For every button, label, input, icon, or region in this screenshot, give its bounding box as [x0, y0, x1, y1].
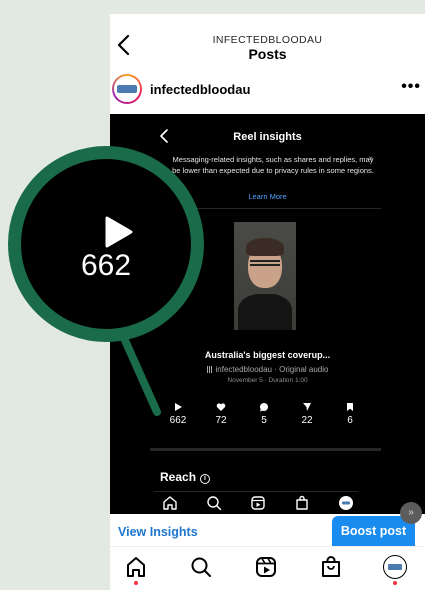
view-insights-link[interactable]: View Insights: [118, 525, 198, 539]
avatar-logo: [117, 85, 137, 93]
info-icon[interactable]: i: [200, 474, 211, 484]
reel-audio: infectedbloodau · Original audio: [110, 365, 425, 374]
shopping-bag-icon: [322, 556, 340, 577]
account-subtitle: INFECTEDBLOODAU: [212, 34, 323, 46]
stat-likes: 72: [201, 402, 241, 426]
reach-heading: Reach i: [160, 470, 211, 484]
avatar-icon: [388, 564, 402, 570]
inner-tab-bar: [154, 491, 358, 514]
post-username[interactable]: infectedbloodau: [150, 82, 250, 97]
tab-home[interactable]: [124, 555, 148, 585]
tab-shop[interactable]: [319, 555, 343, 579]
stat-shares-value: 22: [301, 415, 313, 426]
notice-close-icon[interactable]: ×: [368, 154, 373, 163]
page-title: Posts: [248, 46, 287, 62]
scroll-knob[interactable]: »: [400, 502, 422, 524]
avatar[interactable]: [112, 74, 142, 104]
top-nav: INFECTEDBLOODAU Posts: [110, 14, 425, 66]
reel-audio-text: infectedbloodau · Original audio: [215, 365, 329, 374]
inner-avatar-icon[interactable]: [338, 495, 358, 511]
more-dots-icon[interactable]: •••: [401, 78, 421, 96]
send-icon: [287, 402, 327, 412]
zoom-plays-value: 662: [80, 249, 132, 282]
reel-thumbnail[interactable]: [234, 222, 296, 330]
avatar-inner: [114, 76, 140, 102]
tab-reels[interactable]: [254, 555, 278, 579]
notification-dot: [134, 581, 138, 585]
reels-icon: [256, 557, 276, 577]
stat-saves: 6: [330, 402, 370, 426]
stat-plays-value: 662: [169, 415, 187, 426]
insights-title: Reel insights: [233, 131, 302, 143]
home-icon: [127, 557, 145, 577]
tab-search[interactable]: [189, 555, 213, 579]
thumb-hair: [246, 238, 284, 256]
zoom-callout: 662: [8, 146, 204, 342]
stats-row: 662 72 5 22 6: [158, 402, 368, 432]
tab-profile[interactable]: [383, 555, 407, 585]
stat-plays: 662: [158, 402, 198, 426]
inner-reels-icon[interactable]: [250, 495, 270, 511]
stat-shares: 22: [287, 402, 327, 426]
bookmark-icon: [330, 402, 370, 412]
comment-bubble-icon: [244, 402, 284, 412]
heart-icon: [201, 402, 241, 412]
stat-comments-value: 5: [261, 415, 267, 426]
stat-comments: 5: [244, 402, 284, 426]
stat-likes-value: 72: [215, 415, 227, 426]
post-header: infectedbloodau •••: [110, 72, 425, 112]
audio-bars-icon: [206, 366, 213, 373]
inner-shop-icon[interactable]: [294, 495, 314, 511]
search-icon: [191, 557, 211, 577]
thumb-glasses: [250, 260, 280, 266]
stat-saves-value: 6: [347, 415, 353, 426]
inner-search-icon[interactable]: [206, 495, 226, 511]
notification-dot: [392, 580, 397, 585]
privacy-notice: Messaging-related insights, such as shar…: [172, 155, 374, 175]
thumb-body: [238, 294, 292, 330]
section-divider: [150, 448, 381, 451]
inner-home-icon[interactable]: [162, 495, 182, 511]
reel-title: Australia's biggest coverup...: [204, 350, 331, 360]
reel-meta: November 5 · Duration 1:00: [227, 377, 308, 384]
play-icon: [158, 402, 198, 412]
reach-heading-text: Reach: [160, 470, 197, 484]
bottom-tab-bar: [110, 546, 425, 590]
